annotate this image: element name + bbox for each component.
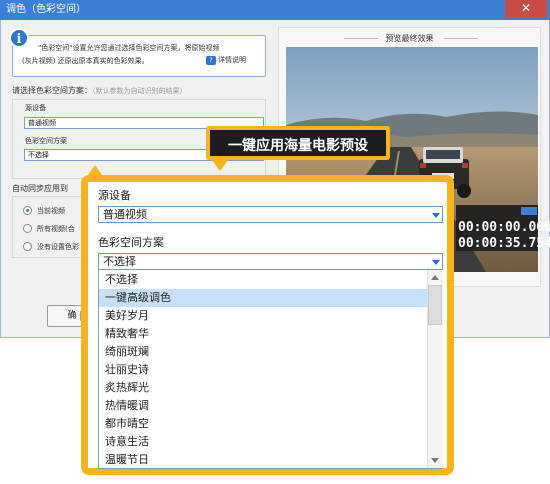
sync-radio-all[interactable] [23,224,32,233]
preview-title: 预览最终效果 [385,34,434,43]
color-scheme-label: 色彩空间方案 [25,137,67,145]
list-item[interactable]: 热情暖调 [99,397,428,415]
scheme-dropdown-list: 不选择 一键高级调色 美好岁月 精致奢华 绮丽斑斓 壮丽史诗 炙热辉光 热情暖调… [98,269,443,469]
sync-radio-current[interactable] [23,206,32,215]
help-link[interactable]: 详情说明 [218,55,246,65]
list-item[interactable]: 不选择 [99,271,428,289]
zoom-scheme-value: 不选择 [103,255,136,268]
info-line-1: "色彩空间"设置允许您通过选择色彩空间方案，将原始视频 [38,44,220,52]
title-bar: 调色（色彩空间） [0,0,550,20]
callout-pointer [212,160,228,171]
window-title: 调色（色彩空间） [6,4,86,15]
sync-radio-unset[interactable] [23,242,32,251]
zoom-scheme-select[interactable]: 不选择 [98,253,443,270]
scheme-hint: （默认参数为自动识别的结果） [92,87,187,95]
list-item[interactable]: 壮丽史诗 [99,361,428,379]
scroll-up-icon[interactable] [431,275,439,280]
callout-text: 一键应用海量电影预设 [228,138,368,154]
sync-option-unset: 没有设置色彩 [37,243,79,251]
list-item[interactable]: 炙热辉光 [99,379,428,397]
timecode-current: 00:00:00.000 [458,220,550,235]
list-item[interactable]: 温暖节日 [99,451,428,468]
list-item-selected[interactable]: 一键高级调色 [99,289,428,307]
scheme-section-label: 请选择色彩空间方案：（默认参数为自动识别的结果） [12,85,187,96]
list-item[interactable]: 绮丽斑斓 [99,343,428,361]
callout-inner: 一键应用海量电影预设 [210,130,386,156]
close-button[interactable]: ✕ [505,0,547,17]
confirm-label: 确 [67,311,77,321]
list-item[interactable]: 精致奢华 [99,325,428,343]
sync-label: 自动同步应用到 [12,184,68,193]
callout-banner: 一键应用海量电影预设 [206,126,390,160]
list-item[interactable]: 都市晴空 [99,415,428,433]
timecode-total: 00:00:35.754 [458,236,550,251]
scroll-down-icon[interactable] [431,458,439,463]
list-item[interactable]: 诗意生活 [99,433,428,451]
scrollbar-thumb[interactable] [428,285,442,325]
info-icon: i [9,28,29,48]
zoom-source-value: 普通视频 [103,208,147,221]
zoom-pointer [88,165,102,175]
chevron-down-icon [432,260,440,265]
list-item[interactable]: 美好岁月 [99,307,428,325]
zoom-source-select[interactable]: 普通视频 [98,206,443,223]
chevron-down-icon [432,213,440,218]
scheme-label-text: 请选择色彩空间方案： [12,86,92,95]
zoom-source-label: 源设备 [98,189,131,202]
sync-option-all: 所有视频(合 [37,225,75,233]
sync-option-current: 当前视频 [37,207,65,215]
close-icon: ✕ [520,1,532,15]
help-icon[interactable]: ? [206,56,216,65]
source-device-label: 源设备 [25,104,46,112]
zoom-scheme-label: 色彩空间方案 [98,236,164,249]
